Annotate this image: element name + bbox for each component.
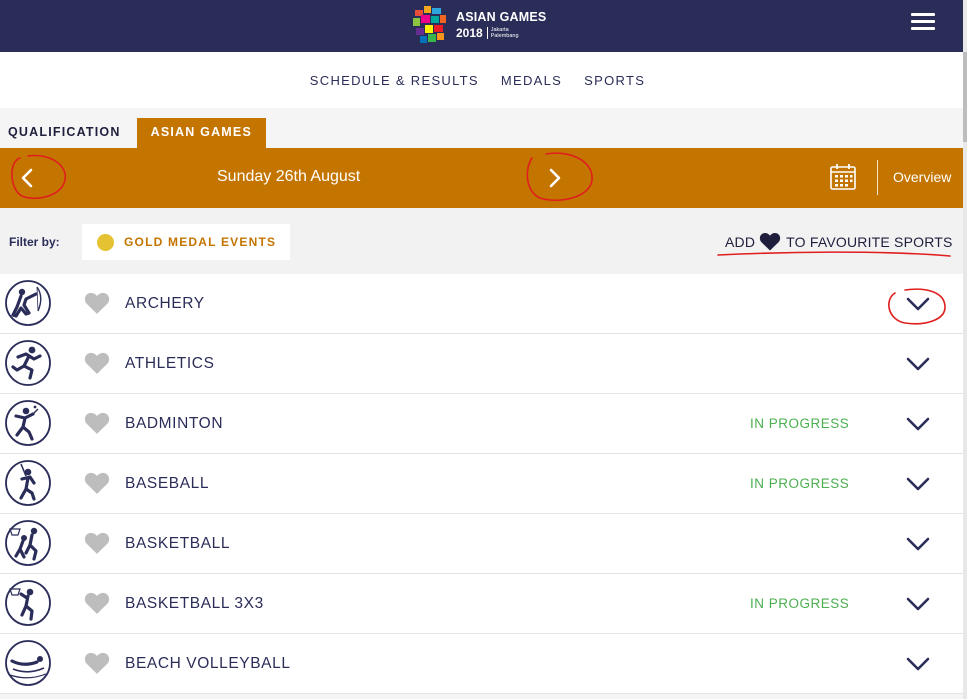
sport-row-baseball[interactable]: BASEBALL IN PROGRESS <box>0 454 963 514</box>
chevron-down-icon[interactable] <box>905 475 931 493</box>
chevron-down-icon[interactable] <box>905 595 931 613</box>
chevron-down-icon[interactable] <box>905 295 931 313</box>
chevron-down-icon[interactable] <box>905 655 931 673</box>
favourite-heart-icon[interactable] <box>84 411 110 435</box>
favourite-heart-icon[interactable] <box>84 471 110 495</box>
favourite-heart-icon[interactable] <box>84 531 110 555</box>
chevron-left-icon[interactable] <box>12 163 42 193</box>
filter-bar: Filter by: GOLD MEDAL EVENTS ADD TO FAVO… <box>0 208 963 274</box>
fav-suffix: TO FAVOURITE SPORTS <box>786 233 953 250</box>
sport-row-archery[interactable]: ARCHERY <box>0 274 963 334</box>
sport-status: IN PROGRESS <box>750 416 850 431</box>
archery-icon <box>5 280 51 326</box>
overview-link[interactable]: Overview <box>893 169 951 185</box>
scrollbar-thumb[interactable] <box>963 52 967 142</box>
heart-icon <box>760 233 781 251</box>
sport-status: IN PROGRESS <box>750 596 850 611</box>
logo-emblem-icon <box>413 6 446 43</box>
tab-qualification[interactable]: QUALIFICATION <box>0 118 137 148</box>
chevron-right-icon[interactable] <box>540 163 570 193</box>
asian-games-logo[interactable]: ASIAN GAMES 2018 Jakarta Palembang <box>412 3 552 47</box>
beach-volleyball-icon <box>5 640 51 686</box>
sport-row-beach-volleyball[interactable]: BEACH VOLLEYBALL <box>0 634 963 694</box>
sport-name: BEACH VOLLEYBALL <box>125 655 291 672</box>
current-date: Sunday 26th August <box>217 168 361 185</box>
gold-medal-icon <box>97 233 114 251</box>
sport-name: BASKETBALL <box>125 535 231 552</box>
nav-sports[interactable]: SPORTS <box>584 73 645 88</box>
athletics-icon <box>5 340 51 386</box>
main-nav: SCHEDULE & RESULTS MEDALS SPORTS <box>0 52 963 108</box>
favourite-heart-icon[interactable] <box>84 351 110 375</box>
favourite-heart-icon[interactable] <box>84 291 110 315</box>
logo-city-palembang: Palembang <box>490 32 519 39</box>
sport-name: ARCHERY <box>125 295 205 312</box>
chevron-down-icon[interactable] <box>905 355 931 373</box>
gold-medal-events-label: GOLD MEDAL EVENTS <box>124 235 277 249</box>
event-tabs: QUALIFICATION ASIAN GAMES <box>0 118 266 148</box>
sport-name: BASKETBALL 3X3 <box>125 595 264 612</box>
tab-asian-games[interactable]: ASIAN GAMES <box>136 118 266 148</box>
date-bar-divider <box>877 160 878 195</box>
logo-text: ASIAN GAMES 2018 Jakarta Palembang <box>456 11 546 39</box>
basketball-3x3-icon <box>5 580 51 626</box>
logo-year: 2018 <box>456 25 483 40</box>
nav-medals[interactable]: MEDALS <box>501 73 562 88</box>
sport-row-basketball[interactable]: BASKETBALL <box>0 514 963 574</box>
favourite-heart-icon[interactable] <box>84 591 110 615</box>
filter-label: Filter by: <box>9 235 60 249</box>
sport-name: ATHLETICS <box>125 355 215 372</box>
gold-medal-events-filter[interactable]: GOLD MEDAL EVENTS <box>82 224 290 260</box>
hamburger-icon[interactable] <box>911 13 935 33</box>
sport-name: BADMINTON <box>125 415 224 432</box>
chevron-down-icon[interactable] <box>905 415 931 433</box>
badminton-icon <box>5 400 51 446</box>
fav-prefix: ADD <box>725 233 756 250</box>
date-navigation-bar: Sunday 26th August Overview <box>0 148 963 208</box>
sport-row-basketball-3x3[interactable]: BASKETBALL 3X3 IN PROGRESS <box>0 574 963 634</box>
nav-schedule-results[interactable]: SCHEDULE & RESULTS <box>310 73 479 88</box>
logo-title: ASIAN GAMES <box>456 10 547 25</box>
sport-name: BASEBALL <box>125 475 210 492</box>
sports-list: ARCHERY ATHLETICS BADMINTON IN PROGRESS … <box>0 274 963 694</box>
favourite-heart-icon[interactable] <box>84 651 110 675</box>
baseball-icon <box>5 460 51 506</box>
sport-row-badminton[interactable]: BADMINTON IN PROGRESS <box>0 394 963 454</box>
sport-row-athletics[interactable]: ATHLETICS <box>0 334 963 394</box>
sport-status: IN PROGRESS <box>750 476 850 491</box>
chevron-down-icon[interactable] <box>905 535 931 553</box>
basketball-icon <box>5 520 51 566</box>
add-to-favourite-sports-link[interactable]: ADD TO FAVOURITE SPORTS <box>725 232 953 251</box>
top-header: ASIAN GAMES 2018 Jakarta Palembang <box>0 0 963 52</box>
calendar-icon[interactable] <box>829 163 857 191</box>
